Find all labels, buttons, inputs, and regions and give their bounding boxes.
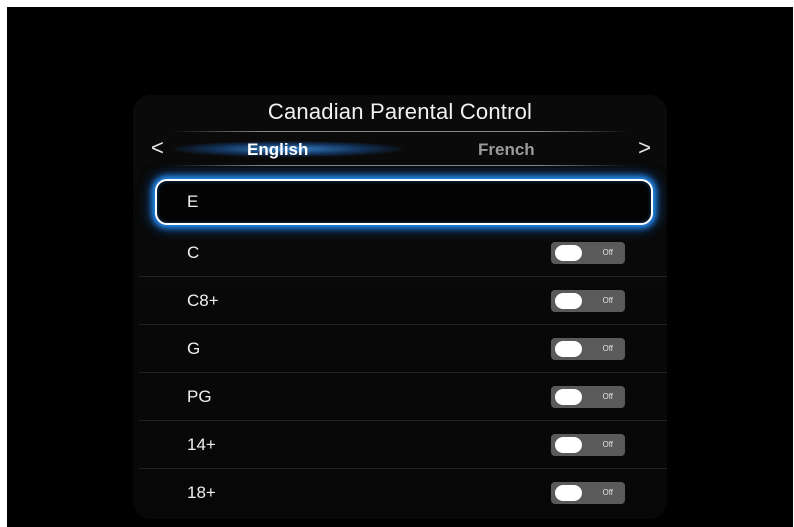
toggle-state: Off: [602, 248, 613, 257]
rating-row-c[interactable]: C Off: [139, 229, 667, 277]
rating-row-c8[interactable]: C8+ Off: [139, 277, 667, 325]
rating-row-g[interactable]: G Off: [139, 325, 667, 373]
toggle-knob: [555, 341, 582, 357]
parental-control-panel: Canadian Parental Control < English Fren…: [133, 95, 667, 519]
rating-row-18plus[interactable]: 18+ Off: [155, 469, 651, 517]
rating-label: E: [187, 192, 199, 211]
toggle-knob: [555, 437, 582, 453]
toggle-state: Off: [602, 440, 613, 449]
rating-row-14plus[interactable]: 14+ Off: [139, 421, 667, 469]
toggle-state: Off: [602, 296, 613, 305]
toggle-state: Off: [602, 488, 613, 497]
rating-toggle[interactable]: Off: [551, 386, 625, 408]
toggle-state: Off: [602, 392, 613, 401]
toggle-knob: [555, 245, 582, 261]
previous-language-arrow[interactable]: <: [151, 135, 164, 161]
toggle-knob: [555, 293, 582, 309]
panel-title: Canadian Parental Control: [267, 99, 533, 124]
rating-toggle[interactable]: Off: [551, 290, 625, 312]
rating-toggle[interactable]: Off: [551, 242, 625, 264]
rating-label: 14+: [187, 435, 216, 454]
language-divider-top: [171, 131, 629, 132]
rating-toggle[interactable]: Off: [551, 482, 625, 504]
language-divider-bottom: [171, 165, 629, 166]
rating-label: 18+: [187, 483, 216, 502]
rating-toggle[interactable]: Off: [551, 338, 625, 360]
rating-row-e[interactable]: E: [155, 179, 653, 225]
rating-label: C: [187, 243, 200, 262]
toggle-knob: [555, 389, 582, 405]
rating-label: C8+: [187, 291, 219, 310]
rating-row-pg[interactable]: PG Off: [139, 373, 667, 421]
next-language-arrow[interactable]: >: [638, 135, 651, 161]
rating-label: G: [187, 339, 201, 358]
language-option-english[interactable]: English: [247, 139, 308, 161]
toggle-knob: [555, 485, 582, 501]
language-option-french[interactable]: French: [478, 139, 535, 161]
language-selector[interactable]: < English French >: [133, 131, 667, 167]
rating-label: PG: [187, 387, 212, 406]
rating-toggle[interactable]: Off: [551, 434, 625, 456]
toggle-state: Off: [602, 344, 613, 353]
tv-screen: Canadian Parental Control < English Fren…: [7, 7, 793, 527]
